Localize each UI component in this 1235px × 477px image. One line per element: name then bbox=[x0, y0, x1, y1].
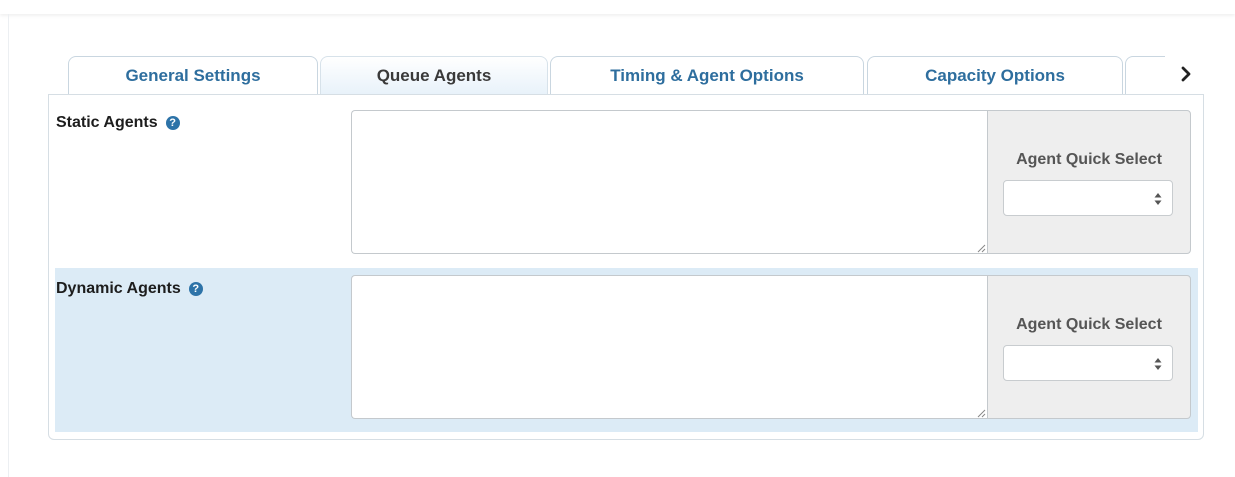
question-circle-icon[interactable]: ? bbox=[165, 116, 180, 130]
select-arrows-icon bbox=[1154, 358, 1162, 370]
dynamic-agents-label-group: Dynamic Agents ? bbox=[56, 280, 203, 298]
static-agents-quick-select[interactable] bbox=[1003, 180, 1173, 216]
dynamic-agents-quick-select[interactable] bbox=[1003, 345, 1173, 381]
left-divider bbox=[8, 14, 9, 477]
tab-general-settings[interactable]: General Settings bbox=[68, 56, 318, 94]
dynamic-agents-quick-select-addon: Agent Quick Select bbox=[987, 275, 1191, 419]
dynamic-agents-textarea[interactable] bbox=[351, 275, 987, 419]
agent-quick-select-label: Agent Quick Select bbox=[1016, 151, 1162, 168]
tab-timing-agent-options[interactable]: Timing & Agent Options bbox=[550, 56, 864, 94]
dynamic-agents-label: Dynamic Agents bbox=[56, 280, 181, 297]
tab-overflow[interactable] bbox=[1125, 56, 1165, 94]
static-agents-label: Static Agents bbox=[56, 114, 158, 131]
tab-queue-agents[interactable]: Queue Agents bbox=[320, 56, 548, 94]
static-agents-textarea[interactable] bbox=[351, 110, 987, 254]
select-arrows-icon bbox=[1154, 193, 1162, 205]
static-agents-label-group: Static Agents ? bbox=[56, 114, 180, 132]
tab-label: Capacity Options bbox=[925, 65, 1065, 85]
agent-quick-select-label: Agent Quick Select bbox=[1016, 316, 1162, 333]
tab-label: Queue Agents bbox=[376, 65, 492, 85]
tab-capacity-options[interactable]: Capacity Options bbox=[867, 56, 1123, 94]
static-agents-quick-select-addon: Agent Quick Select bbox=[987, 110, 1191, 254]
top-bar-shadow bbox=[0, 0, 1235, 14]
tab-label: Timing & Agent Options bbox=[610, 65, 804, 85]
question-circle-icon[interactable]: ? bbox=[188, 282, 203, 296]
chevron-right-icon[interactable] bbox=[1176, 60, 1196, 88]
tab-label: General Settings bbox=[125, 65, 261, 85]
